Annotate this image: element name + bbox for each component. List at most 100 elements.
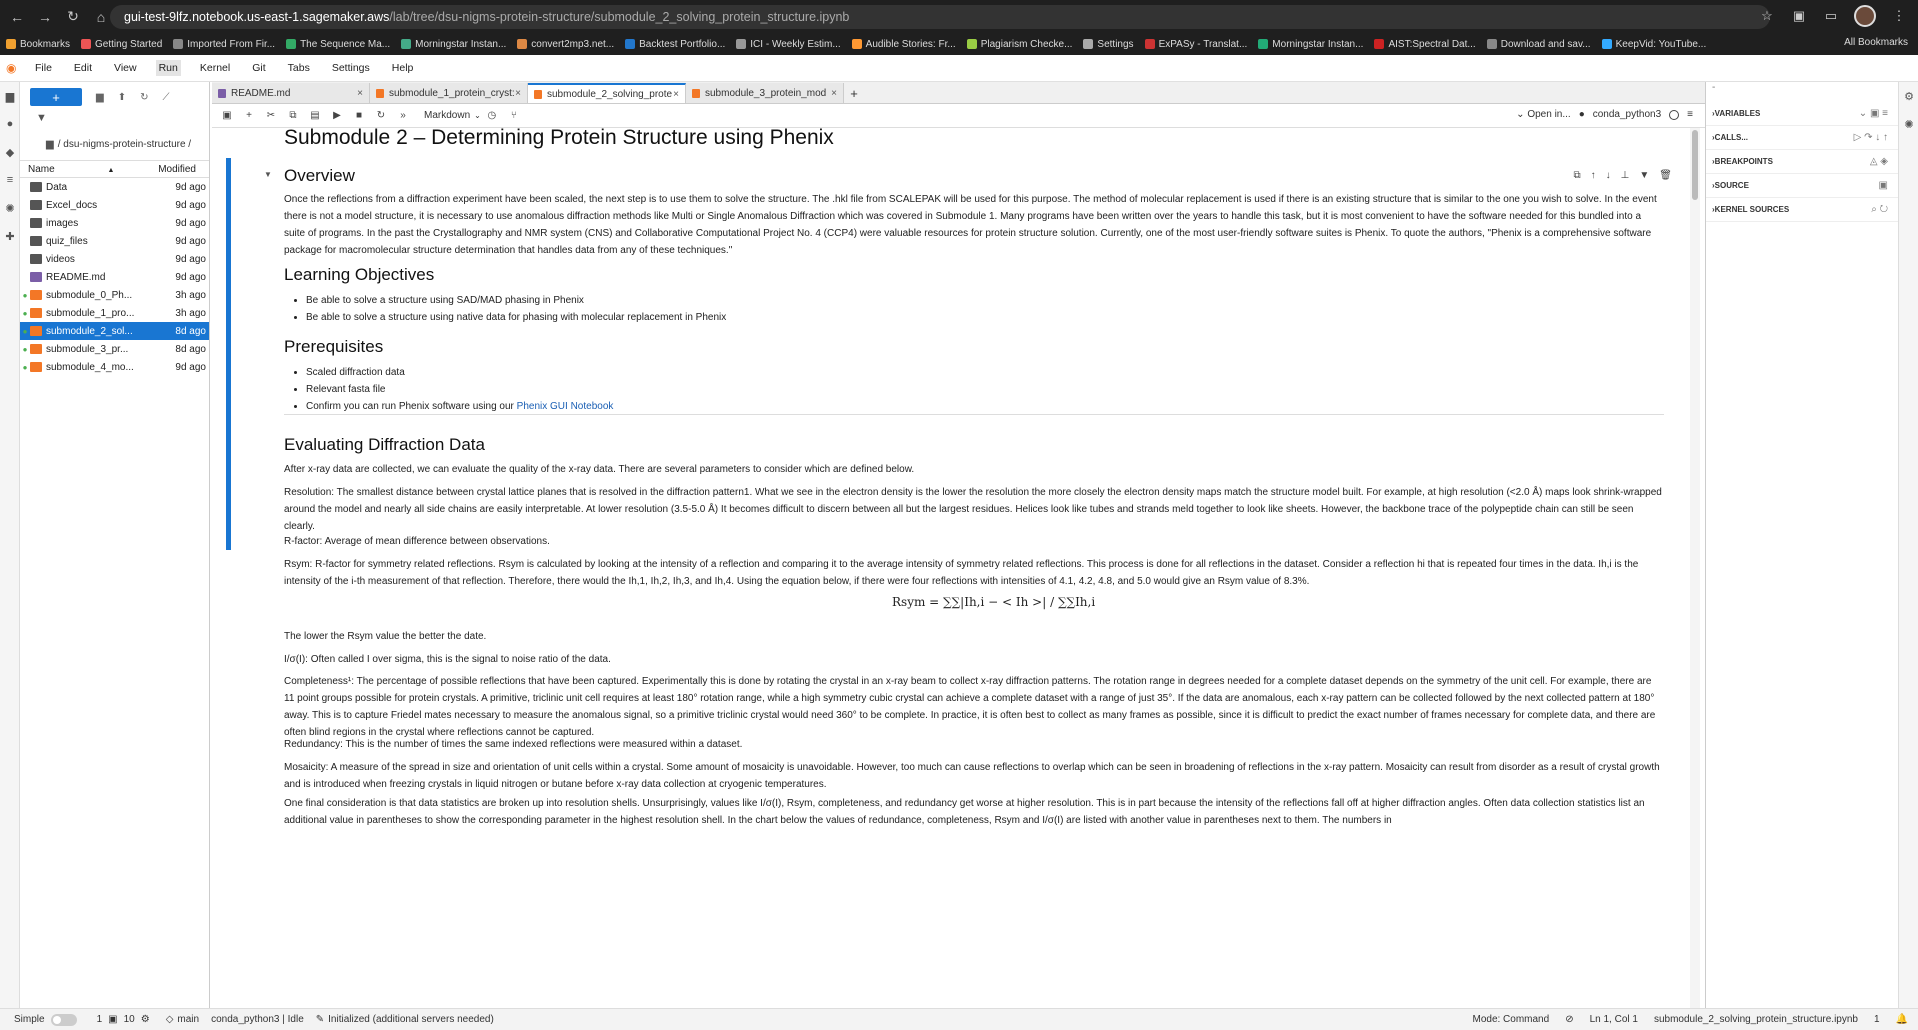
restart-icon[interactable]: ↻ <box>370 110 392 121</box>
star-icon[interactable]: ☆ <box>1758 7 1776 25</box>
file-row[interactable]: README.md 9d ago <box>20 268 209 286</box>
file-row[interactable]: images 9d ago <box>20 214 209 232</box>
forward-icon[interactable]: → <box>34 6 56 28</box>
file-row[interactable]: Data 9d ago <box>20 178 209 196</box>
debugger-section-kernel-sources[interactable]: › KERNEL SOURCES ⌕ ↻ <box>1706 198 1898 222</box>
filter-icon[interactable]: ▼ <box>20 112 209 134</box>
insert-below-icon[interactable]: ⊥ <box>1621 170 1630 181</box>
notification-count[interactable]: 1 <box>1874 1014 1880 1025</box>
simple-mode-toggle[interactable] <box>50 1013 77 1026</box>
debugger-icon[interactable]: ✺ <box>0 194 20 222</box>
close-icon[interactable]: × <box>357 88 363 99</box>
debugger-section-variables[interactable]: › VARIABLES ⌄ ▣ ≡ <box>1706 102 1898 126</box>
bookmark-item[interactable]: Imported From Fir... <box>173 39 275 50</box>
reload-icon[interactable]: ↻ <box>62 6 84 28</box>
close-icon[interactable]: × <box>673 89 679 100</box>
notebook-tab[interactable]: submodule_1_protein_cryst: × <box>370 83 528 103</box>
breadcrumb[interactable]: ▆ / dsu-nigms-protein-structure / <box>20 134 209 154</box>
bookmark-item[interactable]: Bookmarks <box>6 39 70 50</box>
kernel-name[interactable]: conda_python3 <box>1593 109 1661 120</box>
notebook-scrollbar[interactable] <box>1690 128 1700 1008</box>
bookmark-item[interactable]: Audible Stories: Fr... <box>851 39 956 50</box>
notebook-tab[interactable]: README.md × <box>212 83 370 103</box>
back-icon[interactable]: ← <box>6 6 28 28</box>
col-modified-header[interactable]: Modified <box>140 164 200 175</box>
git-diff-icon[interactable]: ⑂ <box>503 110 525 121</box>
bookmark-item[interactable]: Morningstar Instan... <box>1258 39 1363 50</box>
file-row[interactable]: quiz_files 9d ago <box>20 232 209 250</box>
menu-run[interactable]: Run <box>155 60 181 76</box>
file-row[interactable]: ● submodule_2_sol... 8d ago <box>20 322 209 340</box>
home-icon[interactable]: ⌂ <box>90 6 112 28</box>
all-bookmarks[interactable]: All Bookmarks <box>1844 37 1908 48</box>
extension-icon[interactable]: ✚ <box>0 222 20 250</box>
git-branch[interactable]: main <box>177 1014 199 1025</box>
file-row[interactable]: ● submodule_1_pro... 3h ago <box>20 304 209 322</box>
kernels-count[interactable]: 10 <box>124 1014 135 1025</box>
debugger-section-source[interactable]: › SOURCE ▣ <box>1706 174 1898 198</box>
insert-cell-icon[interactable]: + <box>238 110 260 121</box>
stop-icon[interactable]: ■ <box>348 110 370 121</box>
copy-icon[interactable]: ⧉ <box>282 110 304 121</box>
bug-icon[interactable]: ✺ <box>1899 110 1918 138</box>
file-row[interactable]: ● submodule_4_mo... 9d ago <box>20 358 209 376</box>
new-folder-icon[interactable]: ▆ <box>96 92 104 103</box>
new-tab-button[interactable]: + <box>844 83 864 103</box>
property-inspector-icon[interactable]: ⚙ <box>1899 82 1918 110</box>
bookmark-item[interactable]: ICI - Weekly Estim... <box>736 39 841 50</box>
bookmark-item[interactable]: Download and sav... <box>1486 39 1591 50</box>
fast-forward-icon[interactable]: » <box>392 110 414 121</box>
folder-icon[interactable]: ▆ <box>0 82 20 110</box>
extensions-icon[interactable]: ▣ <box>1790 7 1808 25</box>
menu-git[interactable]: Git <box>249 60 268 76</box>
bell-icon[interactable]: 🔔 <box>1896 1014 1908 1025</box>
file-row[interactable]: ● submodule_3_pr... 8d ago <box>20 340 209 358</box>
close-icon[interactable]: × <box>831 88 837 99</box>
lsp-status[interactable]: Initialized (additional servers needed) <box>328 1014 494 1025</box>
file-row[interactable]: Excel_docs 9d ago <box>20 196 209 214</box>
paste-icon[interactable]: ▤ <box>304 110 326 121</box>
git-clone-icon[interactable]: ⟋ <box>162 92 169 103</box>
format-icon[interactable]: ▼ <box>1639 170 1649 181</box>
bookmark-item[interactable]: KeepVid: YouTube... <box>1601 39 1706 50</box>
profile-avatar[interactable] <box>1854 5 1876 27</box>
bookmark-item[interactable]: Settings <box>1083 39 1134 50</box>
collapse-caret-icon[interactable]: ▼ <box>264 170 272 179</box>
phenix-gui-link[interactable]: Phenix GUI Notebook <box>517 401 614 412</box>
notebook-tab[interactable]: submodule_3_protein_mod × <box>686 83 844 103</box>
menu-help[interactable]: Help <box>389 60 417 76</box>
file-row[interactable]: ● submodule_0_Ph... 3h ago <box>20 286 209 304</box>
debugger-actions-icon[interactable]: ⌄ ▣ ≡ <box>1859 108 1888 119</box>
menu-file[interactable]: File <box>32 60 55 76</box>
debugger-section-calls[interactable]: › CALLS... ▷ ↷ ↓ ↑ <box>1706 126 1898 150</box>
toolbar-menu-icon[interactable]: ≡ <box>1687 109 1693 120</box>
debugger-actions-icon[interactable]: ⌕ ↻ <box>1871 204 1888 215</box>
sidepanel-icon[interactable]: ▭ <box>1822 7 1840 25</box>
scrollbar-thumb[interactable] <box>1692 130 1698 200</box>
open-in-button[interactable]: ⌄ Open in... <box>1516 109 1571 120</box>
menu-view[interactable]: View <box>111 60 140 76</box>
bookmark-item[interactable]: AIST:Spectral Dat... <box>1374 39 1476 50</box>
notebook-tab[interactable]: submodule_2_solving_prote × <box>528 83 686 103</box>
file-row[interactable]: videos 9d ago <box>20 250 209 268</box>
toc-icon[interactable]: ≡ <box>0 166 20 194</box>
running-icon[interactable]: ● <box>0 110 20 138</box>
debugger-section-breakpoints[interactable]: › BREAKPOINTS ◬ ◈ <box>1706 150 1898 174</box>
col-name-header[interactable]: Name ▲ <box>20 164 140 175</box>
move-down-icon[interactable]: ↓ <box>1606 170 1611 181</box>
bookmark-item[interactable]: convert2mp3.net... <box>517 39 614 50</box>
kernel-status[interactable]: conda_python3 | Idle <box>211 1014 304 1025</box>
bookmark-item[interactable]: Plagiarism Checke... <box>966 39 1072 50</box>
bookmark-item[interactable]: Backtest Portfolio... <box>625 39 725 50</box>
run-icon[interactable]: ▶ <box>326 110 348 121</box>
bookmark-item[interactable]: Getting Started <box>81 39 162 50</box>
move-up-icon[interactable]: ↑ <box>1591 170 1596 181</box>
bookmark-item[interactable]: The Sequence Ma... <box>286 39 390 50</box>
cursor-position[interactable]: Ln 1, Col 1 <box>1590 1014 1638 1025</box>
save-icon[interactable]: ▣ <box>216 110 238 121</box>
cell-type-select[interactable]: Markdown ⌄ <box>424 110 481 121</box>
browser-menu-icon[interactable]: ⋮ <box>1890 7 1908 25</box>
menu-settings[interactable]: Settings <box>329 60 373 76</box>
close-icon[interactable]: × <box>515 88 521 99</box>
delete-cell-icon[interactable]: 🗑 <box>1659 170 1672 181</box>
